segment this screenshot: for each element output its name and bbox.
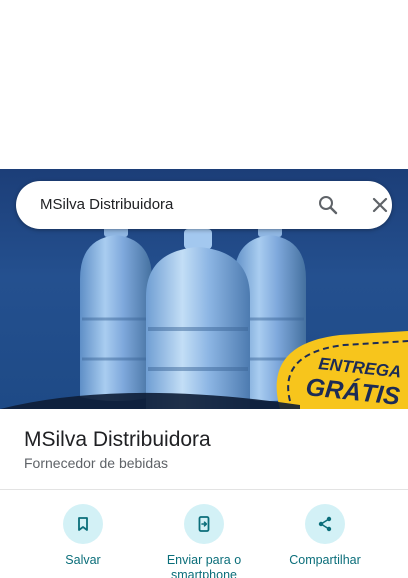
save-button-circle[interactable] — [63, 504, 103, 544]
save-label: Salvar — [65, 553, 101, 567]
share-label: Compartilhar — [289, 553, 361, 567]
place-name: MSilva Distribuidora — [24, 428, 211, 451]
blank-map-area — [0, 0, 408, 169]
send-to-phone-circle[interactable] — [184, 504, 224, 544]
place-category: Fornecedor de bebidas — [24, 455, 168, 471]
search-icon[interactable] — [316, 193, 340, 217]
close-icon[interactable] — [368, 193, 392, 217]
search-input[interactable]: MSilva Distribuidora — [40, 181, 173, 229]
share-button[interactable]: Compartilhar — [270, 504, 380, 568]
save-button[interactable]: Salvar — [28, 504, 138, 568]
send-to-phone-label: Enviar para o smartphone — [166, 553, 242, 578]
share-icon — [318, 516, 332, 532]
send-to-phone-icon — [198, 516, 210, 532]
send-to-phone-button[interactable]: Enviar para o smartphone — [149, 504, 259, 578]
bookmark-icon — [78, 517, 88, 531]
divider — [0, 489, 408, 490]
search-bar[interactable]: MSilva Distribuidora — [16, 181, 392, 229]
share-button-circle[interactable] — [305, 504, 345, 544]
